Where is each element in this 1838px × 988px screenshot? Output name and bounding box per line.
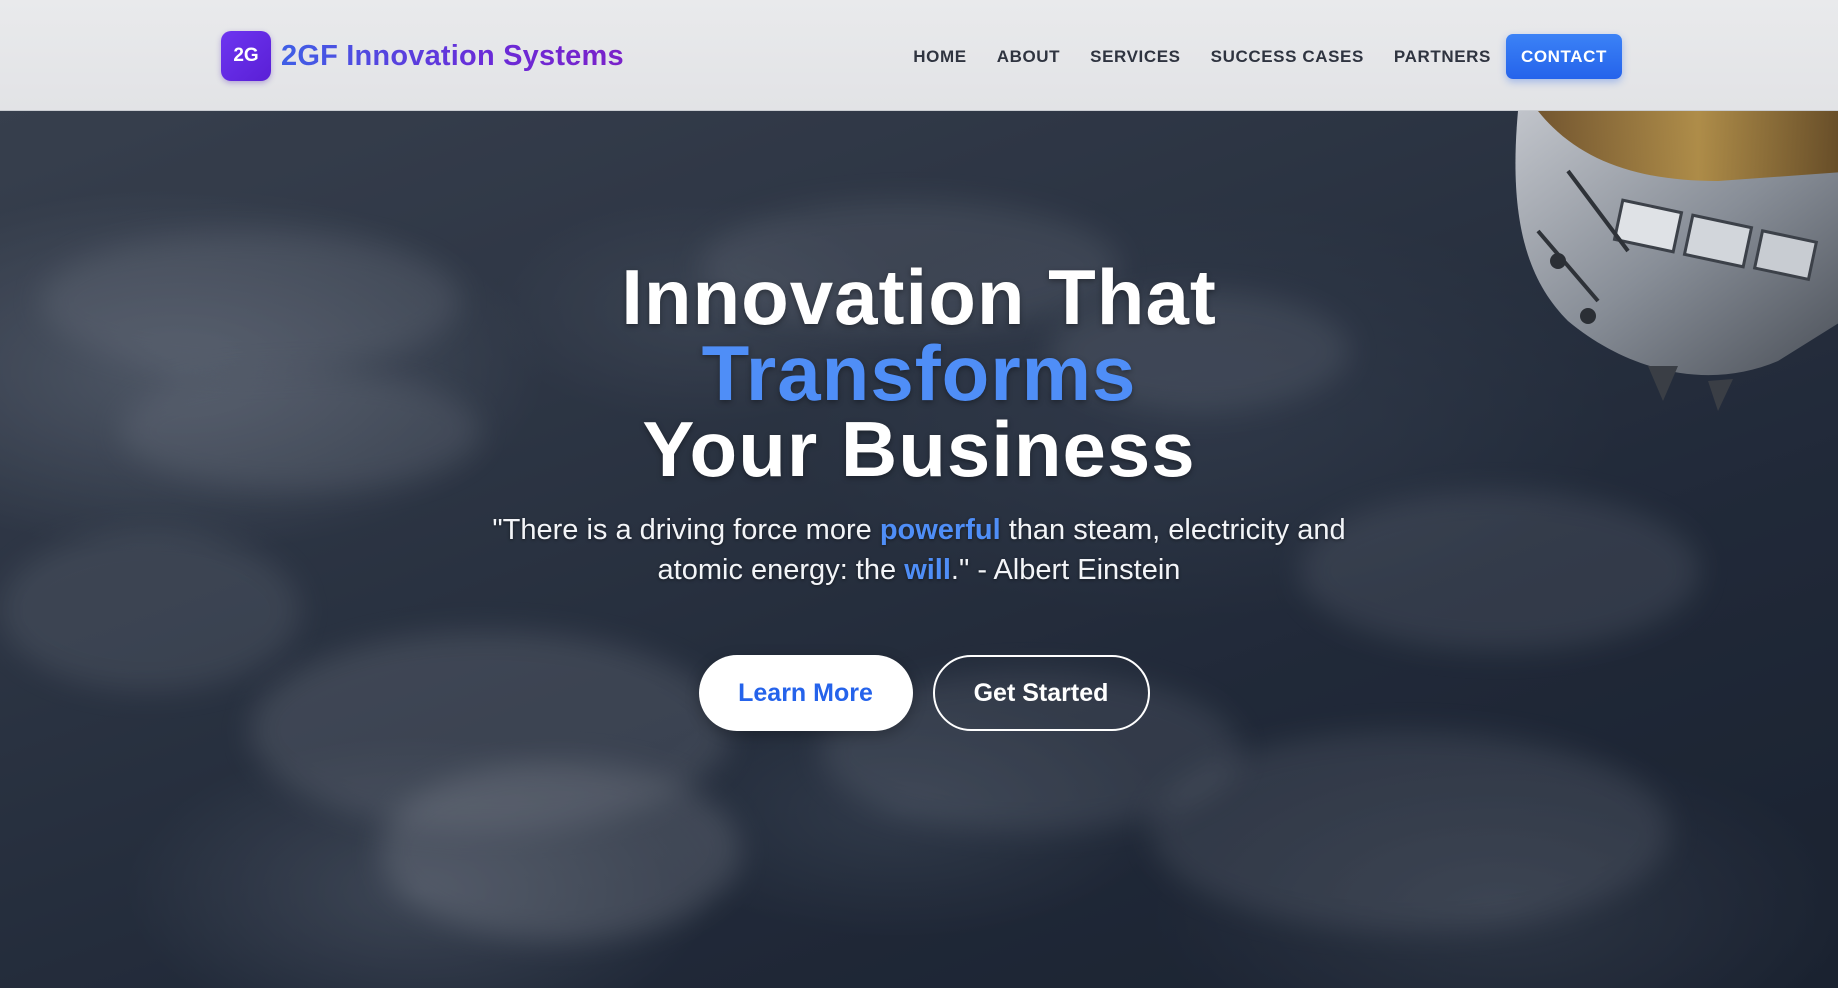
brand-name: 2GF Innovation Systems [281, 39, 624, 72]
nav-about[interactable]: ABOUT [997, 47, 1060, 67]
brand[interactable]: 2G 2GF Innovation Systems [221, 31, 624, 81]
hero-headline: Innovation That Transforms Your Business [0, 253, 1838, 493]
headline-line-1: Innovation That [621, 253, 1217, 341]
headline-line-2: Transforms [701, 329, 1137, 417]
nav-partners[interactable]: PARTNERS [1394, 47, 1491, 67]
hero-content: Innovation That Transforms Your Business… [0, 111, 1838, 988]
nav-home[interactable]: HOME [913, 47, 966, 67]
quote-highlight-will: will [904, 554, 951, 586]
quote-highlight-powerful: powerful [879, 514, 1001, 546]
headline-line-3: Your Business [642, 405, 1196, 493]
nav-services[interactable]: SERVICES [1090, 47, 1180, 67]
quote-part-3: ." - Albert Einstein [950, 554, 1181, 586]
quote-part-1: "There is a driving force more [492, 514, 880, 546]
nav-success-cases[interactable]: SUCCESS CASES [1211, 47, 1364, 67]
site-header: 2G 2GF Innovation Systems HOME ABOUT SER… [0, 0, 1838, 111]
logo-badge: 2G [221, 31, 271, 81]
hero-buttons: Learn More Get Started [0, 655, 1838, 731]
nav-contact-button[interactable]: CONTACT [1505, 34, 1622, 79]
page: 2G 2GF Innovation Systems HOME ABOUT SER… [0, 0, 1838, 988]
get-started-button[interactable]: Get Started [932, 655, 1150, 731]
main-nav: HOME ABOUT SERVICES SUCCESS CASES PARTNE… [913, 34, 1622, 79]
hero-section: Innovation That Transforms Your Business… [0, 111, 1838, 988]
hero-quote: "There is a driving force more powerful … [469, 510, 1369, 590]
learn-more-button[interactable]: Learn More [698, 655, 913, 731]
